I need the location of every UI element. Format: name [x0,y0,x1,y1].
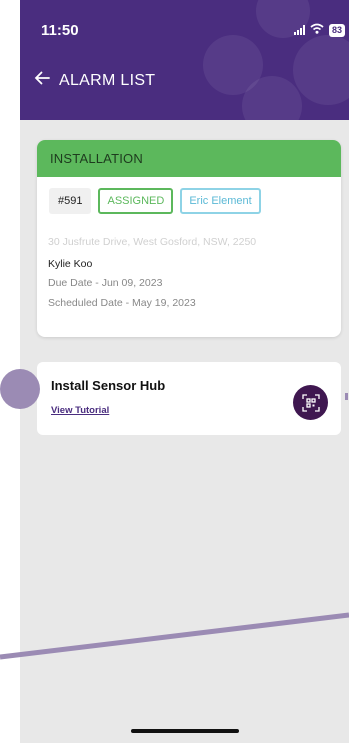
signal-icon [293,25,305,35]
job-number-badge: #591 [49,188,92,214]
tutorial-marker [345,393,348,400]
view-tutorial-link[interactable]: View Tutorial [51,405,109,416]
back-button[interactable] [34,70,50,91]
task-title: Install Sensor Hub [51,378,166,393]
battery-icon: 83 [328,23,345,37]
scan-button[interactable] [293,385,328,420]
technician-badge: Eric Element [180,188,261,214]
status-time: 11:50 [41,22,79,39]
qr-scan-icon [301,393,320,412]
page-title: ALARM LIST [59,71,156,89]
task-card: Install Sensor Hub View Tutorial [37,362,341,435]
job-type-header: INSTALLATION [37,140,341,177]
due-date: Due Date - Jun 09, 2023 [48,277,163,289]
status-icons: 83 [293,21,345,39]
scheduled-date: Scheduled Date - May 19, 2023 [48,297,196,309]
status-badge: ASSIGNED [98,188,174,214]
home-indicator [131,729,239,733]
customer-name: Kylie Koo [48,258,93,270]
job-card[interactable]: INSTALLATION #591 ASSIGNED Eric Element … [37,140,341,337]
arrow-left-icon [34,71,50,85]
app-screen: 11:50 83 ALARM LIST INSTALLATION #591 AS… [20,0,349,743]
tutorial-pointer [0,369,40,409]
job-badges: #591 ASSIGNED Eric Element [49,188,261,214]
header-decoration [293,35,349,105]
wifi-icon [310,21,324,39]
header-nav: ALARM LIST [34,70,155,91]
app-header: 11:50 83 ALARM LIST [20,0,349,120]
job-address: 30 Jusfrute Drive, West Gosford, NSW, 22… [48,236,257,248]
